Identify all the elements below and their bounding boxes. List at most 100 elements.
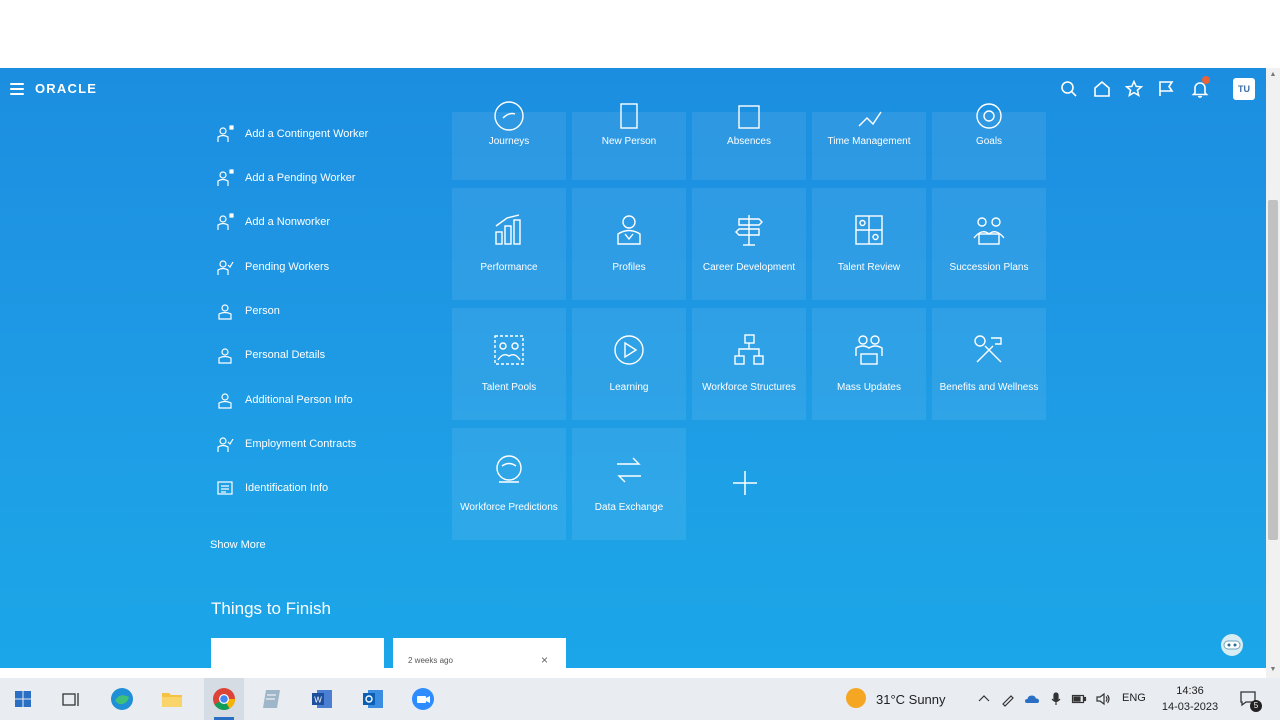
tile-goals[interactable]: Goals xyxy=(932,103,1046,180)
time-icon xyxy=(851,98,887,134)
task-card[interactable]: 2 weeks ago × xyxy=(393,638,566,668)
tile-talent-review[interactable]: Talent Review xyxy=(812,188,926,300)
tile-label: Goals xyxy=(975,136,1003,147)
search-icon[interactable] xyxy=(1059,79,1079,99)
calendar-icon xyxy=(731,98,767,134)
language-indicator[interactable]: ENG xyxy=(1122,692,1146,704)
tools-icon xyxy=(971,332,1007,368)
chevron-up-icon[interactable] xyxy=(976,691,992,707)
tile-label: Journeys xyxy=(488,136,530,147)
tile-data-exchange[interactable]: Data Exchange xyxy=(572,428,686,540)
quick-action-add-contingent-worker[interactable]: Add a Contingent Worker xyxy=(215,122,368,146)
quick-action-personal-details[interactable]: Personal Details xyxy=(215,343,325,367)
file-explorer-icon[interactable] xyxy=(159,686,185,712)
oracle-logo[interactable]: ORACLE xyxy=(35,81,97,96)
tile-label: Mass Updates xyxy=(837,382,901,393)
scroll-down-icon[interactable]: ▼ xyxy=(1269,666,1277,674)
tile-label: Succession Plans xyxy=(949,262,1029,273)
notifications-icon[interactable] xyxy=(1190,76,1210,99)
tile-label: Absences xyxy=(727,136,771,147)
things-to-finish-title: Things to Finish xyxy=(211,599,331,618)
person-check-icon xyxy=(215,257,235,277)
tile-label: Time Management xyxy=(827,136,911,147)
task-card[interactable] xyxy=(211,638,384,668)
person-icon xyxy=(215,345,235,365)
id-card-icon xyxy=(215,478,235,498)
add-tile-icon[interactable] xyxy=(728,466,762,500)
add-person-icon xyxy=(215,212,235,232)
tile-workforce-structures[interactable]: Workforce Structures xyxy=(692,308,806,420)
svg-text:W: W xyxy=(314,696,322,705)
quick-action-label: Additional Person Info xyxy=(245,394,353,406)
digital-assistant-icon[interactable] xyxy=(1217,631,1247,661)
onedrive-cloud-icon[interactable] xyxy=(1024,691,1040,707)
show-more-link[interactable]: Show More xyxy=(210,539,266,551)
tile-absences[interactable]: Absences xyxy=(692,105,806,180)
tile-label: Career Development xyxy=(702,262,796,273)
clock-date: 14-03-2023 xyxy=(1161,701,1219,713)
tile-workforce-predictions[interactable]: Workforce Predictions xyxy=(452,428,566,540)
battery-icon[interactable] xyxy=(1071,691,1087,707)
tile-label: Profiles xyxy=(612,262,646,273)
quick-action-add-nonworker[interactable]: Add a Nonworker xyxy=(215,210,330,234)
quick-action-additional-person-info[interactable]: Additional Person Info xyxy=(215,388,353,412)
pen-icon[interactable] xyxy=(1000,691,1016,707)
star-icon[interactable] xyxy=(1124,79,1144,99)
home-icon[interactable] xyxy=(1092,79,1112,99)
tile-performance[interactable]: Performance xyxy=(452,188,566,300)
page-scrollbar[interactable]: ▲ ▼ xyxy=(1266,68,1280,678)
task-time: 2 weeks ago xyxy=(408,656,453,665)
structure-icon xyxy=(731,332,767,368)
quick-action-pending-workers[interactable]: Pending Workers xyxy=(215,255,329,279)
tile-time-management[interactable]: Time Management xyxy=(812,111,926,180)
person-check-icon xyxy=(215,434,235,454)
tile-label: New Person xyxy=(601,136,657,147)
zoom-icon[interactable] xyxy=(410,686,436,712)
tile-mass-updates[interactable]: Mass Updates xyxy=(812,308,926,420)
quick-action-label: Add a Nonworker xyxy=(245,216,330,228)
word-icon[interactable]: W xyxy=(309,686,335,712)
tile-new-person[interactable]: New Person xyxy=(572,103,686,180)
tile-label: Data Exchange xyxy=(594,502,664,513)
notepad-icon[interactable] xyxy=(259,686,285,712)
quick-action-label: Personal Details xyxy=(245,349,326,361)
windows-start-icon[interactable] xyxy=(10,686,36,712)
crystal-ball-icon xyxy=(491,452,527,488)
quick-action-add-pending-worker[interactable]: Add a Pending Worker xyxy=(215,166,355,190)
weather-text[interactable]: 31°C Sunny xyxy=(876,692,946,707)
tile-profiles[interactable]: Profiles xyxy=(572,188,686,300)
volume-icon[interactable] xyxy=(1095,691,1111,707)
tile-talent-pools[interactable]: Talent Pools xyxy=(452,308,566,420)
quick-action-person[interactable]: Person xyxy=(215,299,280,323)
tile-label: Benefits and Wellness xyxy=(939,382,1039,393)
menu-icon[interactable] xyxy=(10,83,24,95)
weather-sun-icon[interactable] xyxy=(846,688,866,708)
chrome-browser-icon[interactable] xyxy=(211,686,237,712)
system-clock[interactable]: 14:36 14-03-2023 xyxy=(1158,683,1222,715)
tile-career-development[interactable]: Career Development xyxy=(692,188,806,300)
add-person-icon xyxy=(215,168,235,188)
tile-succession-plans[interactable]: Succession Plans xyxy=(932,188,1046,300)
tile-journeys[interactable]: Journeys xyxy=(452,101,566,180)
flag-icon[interactable] xyxy=(1156,79,1176,99)
tile-label: Learning xyxy=(609,382,649,393)
task-view-icon[interactable] xyxy=(58,686,84,712)
quick-action-label: Pending Workers xyxy=(245,261,330,273)
close-icon[interactable]: × xyxy=(541,653,548,667)
play-icon xyxy=(611,332,647,368)
bar-chart-icon xyxy=(491,212,527,248)
tile-label: Performance xyxy=(480,262,538,273)
tile-label: Talent Review xyxy=(837,262,901,273)
microphone-icon[interactable] xyxy=(1048,691,1064,707)
scroll-up-icon[interactable]: ▲ xyxy=(1269,71,1277,79)
scrollbar-thumb[interactable] xyxy=(1268,200,1278,540)
outlook-icon[interactable] xyxy=(360,686,386,712)
notification-count-badge: 5 xyxy=(1250,700,1262,712)
tile-benefits-and-wellness[interactable]: Benefits and Wellness xyxy=(932,308,1046,420)
quick-action-employment-contracts[interactable]: Employment Contracts xyxy=(215,432,356,456)
tile-learning[interactable]: Learning xyxy=(572,308,686,420)
edge-browser-icon[interactable] xyxy=(109,686,135,712)
windows-taskbar: W 31°C Sunny ENG 14:36 14-03-2023 5 xyxy=(0,678,1280,720)
quick-action-identification-info[interactable]: Identification Info xyxy=(215,476,328,500)
user-avatar[interactable]: TU xyxy=(1233,78,1255,100)
